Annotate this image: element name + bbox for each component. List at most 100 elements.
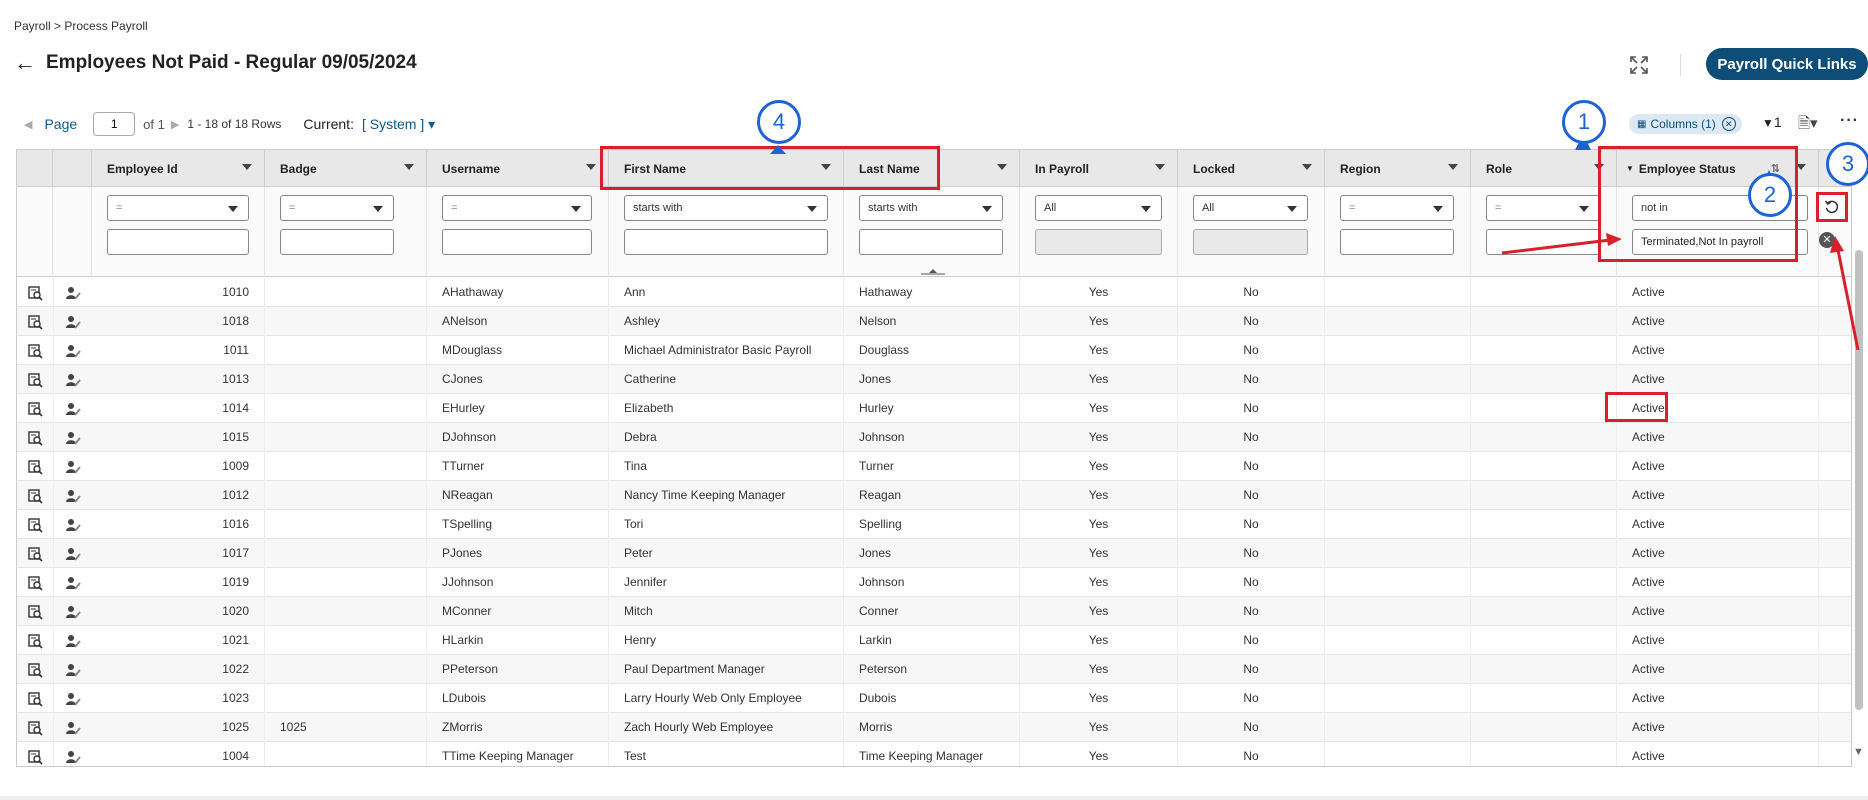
column-menu-icon[interactable] [242,164,252,170]
column-header-region[interactable]: Region [1325,150,1471,187]
view-record-icon[interactable] [27,662,43,678]
filter-toggle[interactable]: ▼1 [1762,114,1782,130]
column-header-label: Role [1486,161,1513,176]
breadcrumb[interactable]: Payroll > Process Payroll [14,19,148,33]
prev-page-icon[interactable]: ◀ [24,118,32,131]
view-record-icon[interactable] [27,401,43,417]
view-record-icon[interactable] [27,604,43,620]
edit-employee-icon[interactable] [65,662,81,678]
cell-role [1471,597,1617,626]
column-header-locked[interactable]: Locked [1178,150,1325,187]
next-page-icon[interactable]: ▶ [171,118,179,131]
row-icon-divider [53,539,54,568]
reset-filters-button[interactable] [1816,192,1848,222]
scroll-down-icon[interactable]: ▼ [1853,746,1864,758]
resize-handle[interactable] [921,267,945,275]
view-record-icon[interactable] [27,575,43,591]
edit-employee-icon[interactable] [65,633,81,649]
column-menu-icon[interactable] [1302,164,1312,170]
edit-employee-icon[interactable] [65,314,81,330]
view-record-icon[interactable] [27,749,43,765]
chevron-down-icon [373,206,383,212]
edit-employee-icon[interactable] [65,604,81,620]
column-menu-icon[interactable] [1155,164,1165,170]
edit-employee-icon[interactable] [65,430,81,446]
view-record-icon[interactable] [27,314,43,330]
filter-icon-column-2 [53,187,92,277]
filter-operator-last-name[interactable]: starts with [859,195,1003,221]
more-horizontal-icon[interactable]: ··· [1840,112,1859,130]
column-header-employee-status[interactable]: ▼ Employee Status ⇅ [1617,150,1819,187]
column-header-employee-id[interactable]: Employee Id [92,150,265,187]
edit-employee-icon[interactable] [65,546,81,562]
filter-operator-first-name[interactable]: starts with [624,195,828,221]
filter-value-employee-status[interactable]: Terminated,Not In payroll [1632,229,1808,255]
cell-badge [265,684,427,713]
filter-operator-employee-id[interactable]: = [107,195,249,221]
export-icon[interactable]: 🗎▾ [1798,113,1818,138]
view-record-icon[interactable] [27,691,43,707]
arrow-left-icon[interactable]: ← [14,52,36,74]
column-header-first-name[interactable]: First Name [609,150,844,187]
column-menu-icon[interactable] [1594,164,1604,170]
employee-grid: Employee Id Badge Username First Name Last N… [16,149,1852,767]
view-record-icon[interactable] [27,633,43,649]
filter-operator-badge[interactable]: = [280,195,394,221]
filter-operator-role[interactable]: = [1486,195,1600,221]
view-record-icon[interactable] [27,517,43,533]
clear-filters-icon[interactable]: ✕ [1819,232,1835,248]
edit-employee-icon[interactable] [65,401,81,417]
filter-value-region[interactable] [1340,229,1454,255]
edit-employee-icon[interactable] [65,372,81,388]
filter-operator-region[interactable]: = [1340,195,1454,221]
close-icon[interactable]: ✕ [1721,117,1736,131]
edit-employee-icon[interactable] [65,517,81,533]
edit-employee-icon[interactable] [65,343,81,359]
column-menu-icon[interactable] [997,164,1007,170]
filter-operator-username[interactable]: = [442,195,592,221]
column-header-last-name[interactable]: Last Name [844,150,1020,187]
view-record-icon[interactable] [27,343,43,359]
edit-employee-icon[interactable] [65,285,81,301]
column-menu-icon[interactable] [1796,164,1806,170]
expand-icon[interactable] [1628,54,1650,76]
payroll-quick-links-button[interactable]: Payroll Quick Links [1706,48,1868,80]
filter-operator-locked[interactable]: All [1193,195,1308,221]
filter-value-username[interactable] [442,229,592,255]
view-record-icon[interactable] [27,720,43,736]
filter-value-employee-id[interactable] [107,229,249,255]
page-number-input[interactable] [93,112,136,136]
columns-chip[interactable]: ▦ Columns (1) ✕ [1629,114,1742,134]
filter-value-first-name[interactable] [624,229,828,255]
edit-employee-icon[interactable] [65,575,81,591]
edit-employee-icon[interactable] [65,749,81,765]
view-record-icon[interactable] [27,546,43,562]
column-menu-icon[interactable] [404,164,414,170]
edit-employee-icon[interactable] [65,720,81,736]
cell-in-payroll: Yes [1020,655,1178,684]
cell-first: Paul Department Manager [609,655,844,684]
view-record-icon[interactable] [27,488,43,504]
view-record-icon[interactable] [27,430,43,446]
column-header-username[interactable]: Username [427,150,609,187]
column-header-badge[interactable]: Badge [265,150,427,187]
view-record-icon[interactable] [27,285,43,301]
column-menu-icon[interactable] [586,164,596,170]
filter-value-role[interactable] [1486,229,1600,255]
column-menu-icon[interactable] [821,164,831,170]
grid-header: Employee Id Badge Username First Name Last N… [17,150,1851,187]
view-record-icon[interactable] [27,459,43,475]
edit-employee-icon[interactable] [65,691,81,707]
edit-employee-icon[interactable] [65,488,81,504]
column-header-in-payroll[interactable]: In Payroll [1020,150,1178,187]
filter-operator-in-payroll[interactable]: All [1035,195,1162,221]
column-header-role[interactable]: Role [1471,150,1617,187]
edit-employee-icon[interactable] [65,459,81,475]
view-record-icon[interactable] [27,372,43,388]
filter-value-badge[interactable] [280,229,394,255]
filter-value-last-name[interactable] [859,229,1003,255]
scrollbar-thumb[interactable] [1855,250,1863,710]
cell-status: Active [1617,597,1819,626]
current-view-dropdown[interactable]: [ System ] ▾ [362,116,435,133]
column-menu-icon[interactable] [1448,164,1458,170]
